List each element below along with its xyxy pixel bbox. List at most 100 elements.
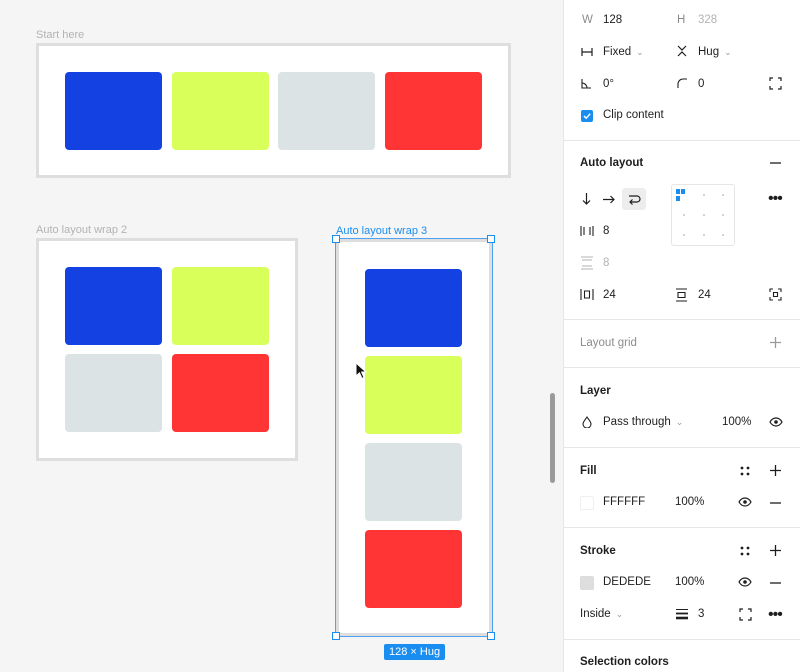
fill-color-swatch[interactable] [580, 496, 594, 510]
gray-rectangle[interactable] [365, 443, 462, 521]
layer-opacity-input[interactable]: 100% [722, 416, 751, 428]
vertical-gap-input[interactable]: 8 [603, 257, 609, 269]
vertical-resizing-dropdown[interactable]: Hug ⌄ [698, 46, 732, 58]
height-label: H [677, 14, 686, 26]
resize-handle-top-left[interactable] [332, 235, 340, 243]
canvas[interactable]: Start here Auto layout wrap 2 Auto layou… [0, 0, 563, 672]
mouse-cursor-icon [355, 362, 367, 380]
frame-label-auto-layout-wrap-2[interactable]: Auto layout wrap 2 [36, 224, 127, 236]
horizontal-resizing-value: Fixed [603, 46, 632, 58]
stroke-styles-icon[interactable] [740, 546, 750, 556]
corner-radius-input[interactable]: 0 [698, 78, 704, 90]
chevron-down-icon: ⌄ [724, 47, 732, 57]
vertical-gap-icon [581, 256, 593, 270]
align-top-right[interactable] [722, 194, 724, 196]
gray-rectangle[interactable] [65, 354, 162, 432]
add-stroke-icon[interactable] [770, 545, 781, 556]
stroke-color-swatch[interactable] [580, 576, 594, 590]
divider [564, 527, 800, 528]
eye-icon[interactable] [769, 417, 783, 427]
frame-auto-layout-wrap-3[interactable] [335, 238, 493, 637]
align-bottom-left[interactable] [683, 234, 685, 236]
align-middle-right[interactable] [722, 214, 724, 216]
resize-handle-bottom-left[interactable] [332, 632, 340, 640]
divider [564, 367, 800, 368]
frame-start-here[interactable] [36, 43, 511, 178]
eye-icon[interactable] [738, 497, 752, 507]
height-input[interactable]: 328 [698, 14, 717, 26]
vertical-padding-icon [676, 288, 687, 302]
canvas-scrollbar[interactable] [550, 393, 555, 483]
properties-panel: W 128 H 328 Fixed ⌄ Hug ⌄ 0° 0 Clip conten… [563, 0, 800, 672]
independent-corners-icon[interactable] [769, 77, 782, 90]
divider [564, 639, 800, 640]
stroke-opacity-input[interactable]: 100% [675, 576, 704, 588]
resize-handle-bottom-right[interactable] [487, 632, 495, 640]
red-rectangle[interactable] [172, 354, 269, 432]
chevron-down-icon: ⌄ [615, 609, 624, 619]
vertical-resizing-icon [677, 45, 687, 57]
clip-content-checkbox[interactable] [581, 110, 593, 122]
alignment-grid[interactable] [671, 184, 735, 246]
size-badge: 128 × Hug [384, 644, 446, 660]
red-rectangle[interactable] [365, 530, 462, 608]
remove-fill-icon[interactable] [770, 502, 781, 504]
checkmark-icon [583, 113, 591, 120]
align-bottom-right[interactable] [722, 234, 724, 236]
frame-label-start-here[interactable]: Start here [36, 29, 84, 41]
horizontal-padding-input[interactable]: 24 [603, 289, 616, 301]
width-input[interactable]: 128 [603, 14, 622, 26]
stroke-position-dropdown[interactable]: Inside ⌄ [580, 608, 623, 620]
individual-strokes-icon[interactable] [739, 608, 752, 621]
blue-rectangle[interactable] [65, 72, 162, 150]
frame-label-auto-layout-wrap-3[interactable]: Auto layout wrap 3 [336, 225, 427, 237]
individual-padding-icon[interactable] [769, 288, 782, 301]
add-fill-icon[interactable] [770, 465, 781, 476]
layout-grid-title: Layout grid [580, 337, 637, 349]
chevron-down-icon: ⌄ [675, 417, 684, 427]
more-options-icon[interactable]: ••• [768, 607, 783, 623]
chevron-down-icon: ⌄ [636, 47, 644, 57]
lime-rectangle[interactable] [172, 267, 269, 345]
stroke-title: Stroke [580, 545, 616, 557]
fill-hex-input[interactable]: FFFFFF [603, 496, 645, 508]
align-bottom-center[interactable] [703, 234, 705, 236]
add-layout-grid-icon[interactable] [770, 337, 781, 348]
gray-rectangle[interactable] [278, 72, 375, 150]
fill-opacity-input[interactable]: 100% [675, 496, 704, 508]
eye-icon[interactable] [738, 577, 752, 587]
align-top-left-icon [676, 189, 685, 201]
align-middle-center[interactable] [703, 214, 705, 216]
arrow-down-icon[interactable] [582, 193, 591, 205]
red-rectangle[interactable] [385, 72, 482, 150]
lime-rectangle[interactable] [172, 72, 269, 150]
blend-mode-value: Pass through [603, 416, 671, 428]
vertical-resizing-value: Hug [698, 46, 720, 58]
stroke-weight-input[interactable]: 3 [698, 608, 704, 620]
resize-handle-top-right[interactable] [487, 235, 495, 243]
horizontal-resizing-dropdown[interactable]: Fixed ⌄ [603, 46, 644, 58]
align-top-center[interactable] [703, 194, 705, 196]
blend-mode-drop-icon [582, 416, 592, 428]
wrap-direction-button[interactable] [622, 188, 646, 210]
frame-auto-layout-wrap-2[interactable] [36, 238, 298, 461]
stroke-weight-icon [676, 609, 688, 620]
arrow-right-icon[interactable] [603, 195, 615, 204]
rotation-icon [581, 79, 591, 89]
fill-styles-icon[interactable] [740, 466, 750, 476]
layer-title: Layer [580, 385, 611, 397]
stroke-hex-input[interactable]: DEDEDE [603, 576, 651, 588]
vertical-padding-input[interactable]: 24 [698, 289, 711, 301]
align-middle-left[interactable] [683, 214, 685, 216]
divider [564, 319, 800, 320]
more-options-icon[interactable]: ••• [768, 191, 783, 207]
remove-stroke-icon[interactable] [770, 582, 781, 584]
horizontal-gap-input[interactable]: 8 [603, 225, 609, 237]
remove-auto-layout-icon[interactable] [770, 162, 781, 164]
lime-rectangle[interactable] [365, 356, 462, 434]
blue-rectangle[interactable] [365, 269, 462, 347]
horizontal-resizing-icon [581, 48, 593, 56]
blue-rectangle[interactable] [65, 267, 162, 345]
blend-mode-dropdown[interactable]: Pass through ⌄ [603, 416, 683, 428]
rotation-input[interactable]: 0° [603, 78, 614, 90]
